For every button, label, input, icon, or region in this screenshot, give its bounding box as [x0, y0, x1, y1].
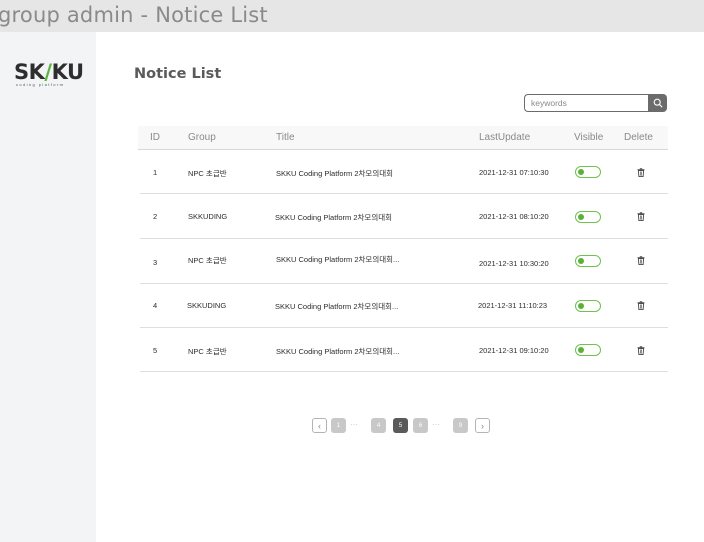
logo-text-right: KU	[51, 60, 84, 84]
visible-toggle[interactable]	[575, 211, 601, 223]
trash-icon[interactable]	[637, 168, 645, 177]
page-button[interactable]: 6	[413, 418, 428, 433]
logo-wordmark: SK/KU	[14, 60, 84, 84]
page-button[interactable]: 1	[331, 418, 346, 433]
cell-group: SKKUDING	[187, 301, 227, 310]
header-last-update: LastUpdate	[479, 132, 531, 143]
cell-last-update: 2021-12-31 07:10:30	[479, 168, 549, 177]
table-row[interactable]: 2 SKKUDING SKKU Coding Platform 2차모의대회 2…	[140, 195, 668, 239]
page-title: Notice List	[134, 66, 222, 82]
visible-toggle[interactable]	[575, 255, 601, 267]
cell-title[interactable]: SKKU Coding Platform 2차모의대회...	[276, 254, 399, 265]
visible-toggle[interactable]	[575, 300, 601, 312]
search-icon	[653, 98, 662, 108]
table-row[interactable]: 1 NPC 초급반 SKKU Coding Platform 2차모의대회 20…	[140, 150, 668, 194]
trash-icon[interactable]	[637, 256, 645, 265]
cell-title[interactable]: SKKU Coding Platform 2차모의대회...	[276, 346, 399, 357]
pagination: ‹ 1 ··· 4 5 6 ··· 9 ›	[312, 418, 502, 434]
next-page-button[interactable]: ›	[475, 418, 490, 433]
header-visible: Visible	[574, 132, 604, 143]
cell-id: 1	[153, 168, 158, 177]
header-title: Title	[276, 132, 295, 143]
page-button[interactable]: 9	[453, 418, 468, 433]
pagination-ellipsis: ···	[350, 420, 358, 429]
visible-toggle[interactable]	[575, 344, 601, 356]
cell-id: 2	[153, 212, 158, 221]
cell-title[interactable]: SKKU Coding Platform 2차모의대회...	[275, 301, 398, 312]
logo[interactable]: SK/KU coding platform	[14, 60, 84, 90]
cell-last-update: 2021-12-31 10:30:20	[479, 259, 549, 268]
search-button[interactable]	[648, 94, 667, 112]
sidebar	[0, 32, 96, 542]
cell-id: 5	[153, 346, 158, 355]
window-titlebar: group admin - Notice List	[0, 0, 704, 32]
cell-group: NPC 초급반	[188, 169, 227, 178]
page-button[interactable]: 4	[371, 418, 386, 433]
pagination-ellipsis: ···	[432, 420, 440, 429]
table-row[interactable]: 5 NPC 초급반 SKKU Coding Platform 2차모의대회...…	[140, 328, 668, 372]
cell-id: 3	[153, 258, 158, 267]
cell-group: SKKUDING	[188, 212, 228, 221]
search-box	[524, 94, 667, 112]
page-button-current[interactable]: 5	[393, 418, 408, 433]
logo-text-slash: /	[44, 60, 52, 84]
visible-toggle[interactable]	[575, 166, 601, 178]
cell-title[interactable]: SKKU Coding Platform 2차모의대회	[275, 212, 392, 223]
trash-icon[interactable]	[637, 301, 645, 310]
cell-last-update: 2021-12-31 08:10:20	[479, 212, 549, 221]
cell-group: NPC 초급반	[188, 256, 227, 265]
table-row[interactable]: 4 SKKUDING SKKU Coding Platform 2차모의대회..…	[140, 284, 668, 328]
header-id: ID	[150, 132, 160, 143]
header-group: Group	[188, 132, 216, 143]
prev-page-button[interactable]: ‹	[312, 418, 327, 433]
cell-last-update: 2021-12-31 09:10:20	[479, 346, 549, 355]
logo-text-left: SK	[14, 60, 45, 84]
trash-icon[interactable]	[637, 346, 645, 355]
logo-subtitle: coding platform	[16, 82, 65, 87]
cell-group: NPC 초급반	[188, 347, 227, 356]
search-input[interactable]	[524, 94, 649, 112]
header-delete: Delete	[624, 132, 653, 143]
cell-id: 4	[153, 301, 158, 310]
window-title: group admin - Notice List	[0, 3, 268, 27]
cell-title[interactable]: SKKU Coding Platform 2차모의대회	[276, 168, 393, 179]
table-header: ID Group Title LastUpdate Visible Delete	[138, 126, 668, 150]
table-row[interactable]: 3 NPC 초급반 SKKU Coding Platform 2차모의대회...…	[140, 240, 668, 284]
cell-last-update: 2021-12-31 11:10:23	[478, 301, 548, 310]
trash-icon[interactable]	[637, 212, 645, 221]
